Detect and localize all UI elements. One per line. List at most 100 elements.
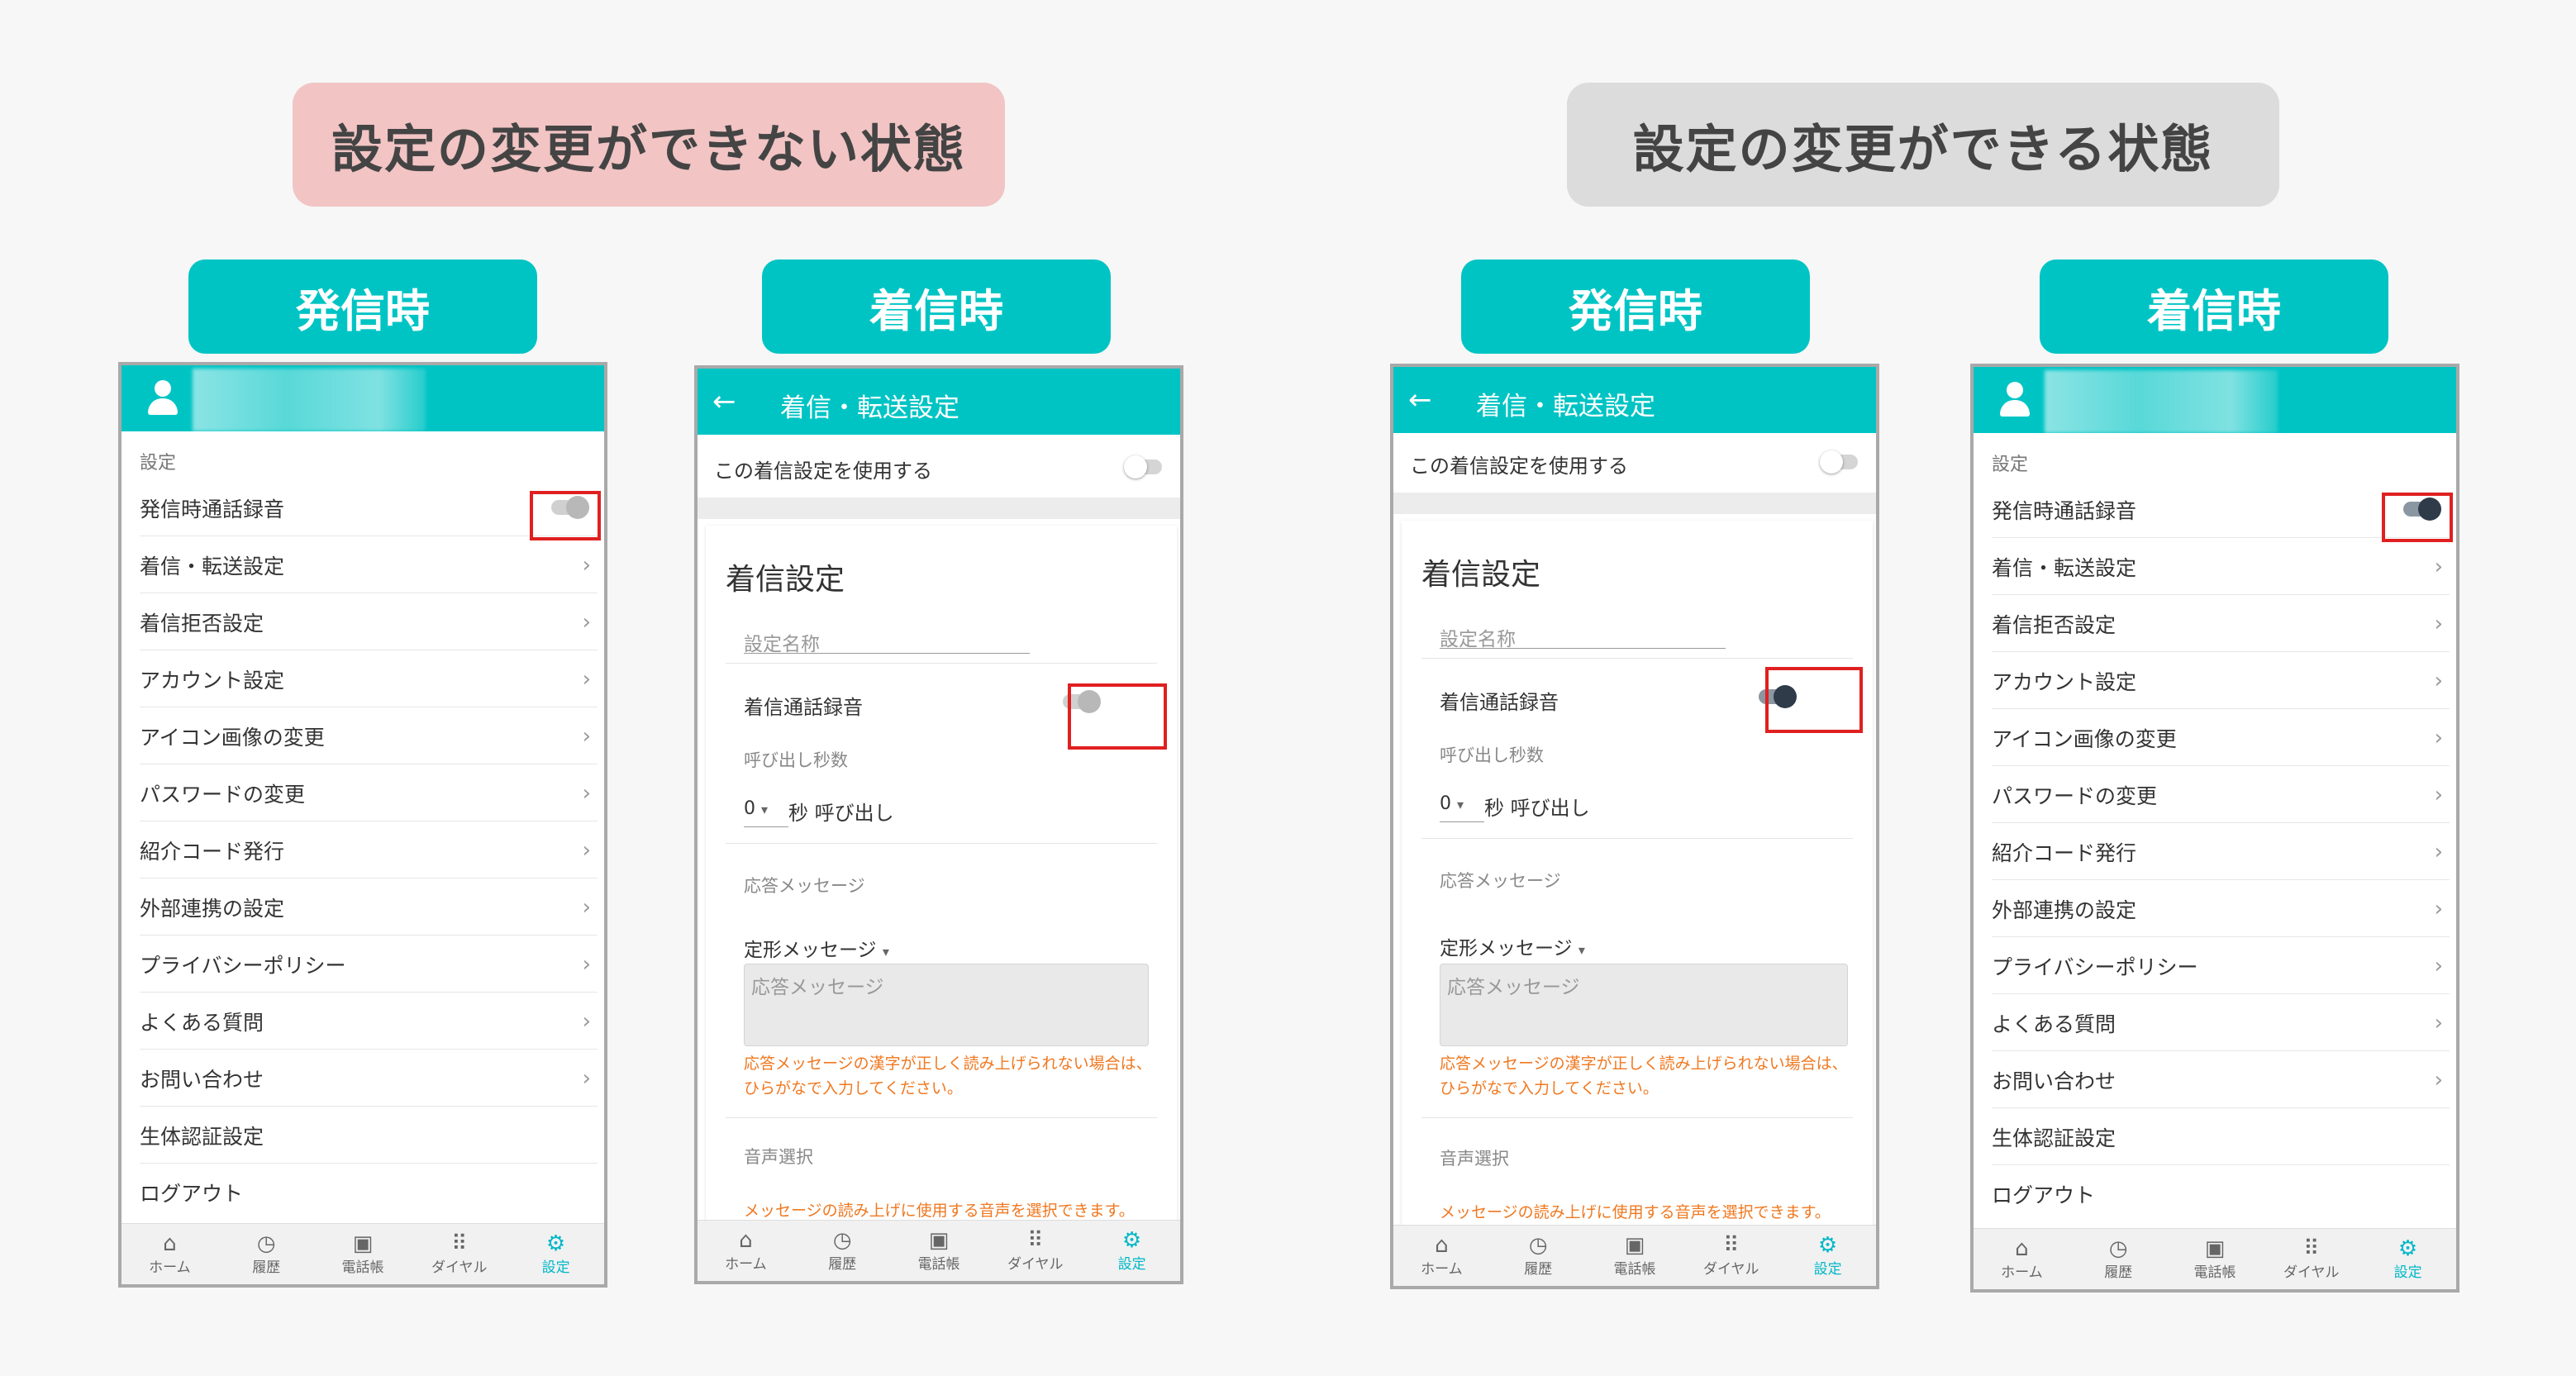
chevron-right-icon: › [582, 724, 591, 749]
nav-home[interactable]: ⌂ ホーム [1974, 1229, 2070, 1289]
nav-history[interactable]: ◷ 履歴 [1490, 1226, 1587, 1286]
nav-history[interactable]: ◷ 履歴 [794, 1221, 891, 1281]
nav-settings[interactable]: ⚙ 設定 [507, 1224, 604, 1284]
nav-dial[interactable]: ⠿ ダイヤル [1683, 1226, 1779, 1286]
nav-label: 電話帳 [917, 1256, 960, 1273]
nav-settings[interactable]: ⚙ 設定 [1083, 1221, 1180, 1281]
use-setting-toggle[interactable] [1820, 450, 1858, 474]
settings-item-external[interactable]: 外部連携の設定 › [121, 878, 604, 936]
chevron-right-icon: › [582, 1009, 591, 1034]
settings-item-privacy[interactable]: プライバシーポリシー › [121, 936, 604, 993]
settings-header [1974, 367, 2456, 433]
settings-item-label: 着信拒否設定 [140, 611, 264, 636]
nav-label: 履歴 [828, 1256, 857, 1273]
settings-item-password[interactable]: パスワードの変更 › [121, 764, 604, 821]
ring-seconds-select[interactable]: 0 ▾ [744, 798, 768, 819]
settings-item-forward[interactable]: 着信・転送設定 › [1974, 538, 2456, 595]
response-message-textarea[interactable]: 応答メッセージ [1440, 964, 1848, 1046]
fixed-message-select[interactable]: 定形メッセージ ▾ [1440, 932, 1585, 960]
bottom-nav: ⌂ ホーム ◷ 履歴 ▣ 電話帳 ⠿ ダイヤル ⚙ 設定 [698, 1220, 1180, 1281]
chevron-right-icon: › [2434, 1068, 2443, 1093]
card-title: 着信設定 [1421, 558, 1541, 592]
user-icon [1998, 382, 2031, 418]
nav-label: ホーム [149, 1259, 191, 1276]
caption-outgoing-right: 発信時 [1461, 259, 1810, 354]
ring-suffix: 秒 呼び出し [788, 802, 894, 825]
settings-item-password[interactable]: パスワードの変更 › [1974, 766, 2456, 823]
ring-value: 0 [1440, 793, 1451, 814]
nav-label: 履歴 [252, 1259, 281, 1276]
response-message-textarea[interactable]: 応答メッセージ [744, 964, 1149, 1046]
chevron-right-icon: › [582, 838, 591, 863]
nav-label: 履歴 [2104, 1264, 2133, 1281]
settings-item-logout[interactable]: ログアウト [1974, 1165, 2456, 1222]
ring-seconds-select[interactable]: 0 ▾ [1440, 793, 1464, 814]
clock-icon: ◷ [2108, 1236, 2128, 1261]
nav-settings[interactable]: ⚙ 設定 [2359, 1229, 2456, 1289]
settings-item-icon-image[interactable]: アイコン画像の変更 › [121, 707, 604, 764]
settings-item-referral[interactable]: 紹介コード発行 › [1974, 823, 2456, 880]
settings-item-label: アイコン画像の変更 [1992, 726, 2177, 751]
kanji-warning: 応答メッセージの漢字が正しく読み上げられない場合は、ひらがなで入力してください。 [744, 1055, 1152, 1097]
caret-down-icon: ▾ [1457, 797, 1464, 812]
response-message-label: 応答メッセージ [1440, 871, 1561, 891]
settings-item-forward[interactable]: 着信・転送設定 › [121, 536, 604, 593]
settings-item-contact[interactable]: お問い合わせ › [121, 1050, 604, 1107]
nav-dial[interactable]: ⠿ ダイヤル [2263, 1229, 2359, 1289]
settings-item-label: お問い合わせ [1992, 1069, 2117, 1093]
settings-item-privacy[interactable]: プライバシーポリシー › [1974, 937, 2456, 994]
nav-settings[interactable]: ⚙ 設定 [1779, 1226, 1876, 1286]
phone-incoming-disabled: ← 着信・転送設定 この着信設定を使用する 着信設定 設定名称 着信通話録音 呼… [694, 365, 1183, 1284]
settings-item-reject[interactable]: 着信拒否設定 › [1974, 595, 2456, 652]
settings-item-label: 外部連携の設定 [1992, 897, 2137, 922]
settings-item-logout[interactable]: ログアウト [121, 1164, 604, 1221]
use-setting-toggle[interactable] [1124, 455, 1162, 479]
nav-contacts[interactable]: ▣ 電話帳 [315, 1224, 412, 1284]
divider [1421, 838, 1853, 839]
settings-item-faq[interactable]: よくある質問 › [121, 993, 604, 1050]
nav-label: 設定 [541, 1259, 570, 1276]
section-label: 設定 [1992, 455, 2029, 475]
nav-history[interactable]: ◷ 履歴 [218, 1224, 315, 1284]
nav-label: 電話帳 [341, 1259, 384, 1276]
nav-home[interactable]: ⌂ ホーム [121, 1224, 218, 1284]
settings-item-referral[interactable]: 紹介コード発行 › [121, 821, 604, 878]
arrow-left-icon[interactable]: ← [712, 385, 736, 418]
setting-name-input[interactable]: 設定名称 [744, 628, 820, 656]
settings-item-label: 着信拒否設定 [1992, 612, 2117, 637]
fixed-message-label: 定形メッセージ [744, 940, 877, 961]
nav-home[interactable]: ⌂ ホーム [698, 1221, 794, 1281]
caption-label: 発信時 [296, 284, 430, 337]
voice-select-label: 音声選択 [1440, 1149, 1509, 1169]
settings-item-label: 発信時通話録音 [140, 497, 285, 521]
settings-item-reject[interactable]: 着信拒否設定 › [121, 593, 604, 650]
settings-item-contact[interactable]: お問い合わせ › [1974, 1051, 2456, 1108]
fixed-message-select[interactable]: 定形メッセージ ▾ [744, 934, 889, 962]
settings-item-label: 生体認証設定 [1992, 1126, 2117, 1150]
settings-item-biometric[interactable]: 生体認証設定 [1974, 1108, 2456, 1165]
nav-contacts[interactable]: ▣ 電話帳 [891, 1221, 988, 1281]
chevron-right-icon: › [2434, 726, 2443, 750]
ring-seconds-label: 呼び出し秒数 [1440, 745, 1544, 765]
settings-item-biometric[interactable]: 生体認証設定 [121, 1107, 604, 1164]
nav-dial[interactable]: ⠿ ダイヤル [987, 1221, 1083, 1281]
nav-home[interactable]: ⌂ ホーム [1393, 1226, 1490, 1286]
nav-contacts[interactable]: ▣ 電話帳 [2167, 1229, 2264, 1289]
settings-item-icon-image[interactable]: アイコン画像の変更 › [1974, 709, 2456, 766]
setting-name-input[interactable]: 設定名称 [1440, 623, 1516, 651]
chevron-right-icon: › [2434, 783, 2443, 807]
nav-label: 設定 [1813, 1261, 1842, 1278]
chevron-right-icon: › [2434, 612, 2443, 636]
nav-history[interactable]: ◷ 履歴 [2070, 1229, 2167, 1289]
textarea-placeholder: 応答メッセージ [1447, 977, 1580, 998]
settings-item-account[interactable]: アカウント設定 › [1974, 652, 2456, 709]
nav-contacts[interactable]: ▣ 電話帳 [1587, 1226, 1683, 1286]
settings-item-faq[interactable]: よくある質問 › [1974, 994, 2456, 1051]
arrow-left-icon[interactable]: ← [1408, 383, 1432, 417]
contacts-icon: ▣ [1624, 1233, 1645, 1258]
dialpad-icon: ⠿ [1723, 1233, 1740, 1258]
settings-item-external[interactable]: 外部連携の設定 › [1974, 880, 2456, 937]
use-setting-label: この着信設定を使用する [1410, 455, 1628, 478]
settings-item-account[interactable]: アカウント設定 › [121, 650, 604, 707]
nav-dial[interactable]: ⠿ ダイヤル [411, 1224, 507, 1284]
